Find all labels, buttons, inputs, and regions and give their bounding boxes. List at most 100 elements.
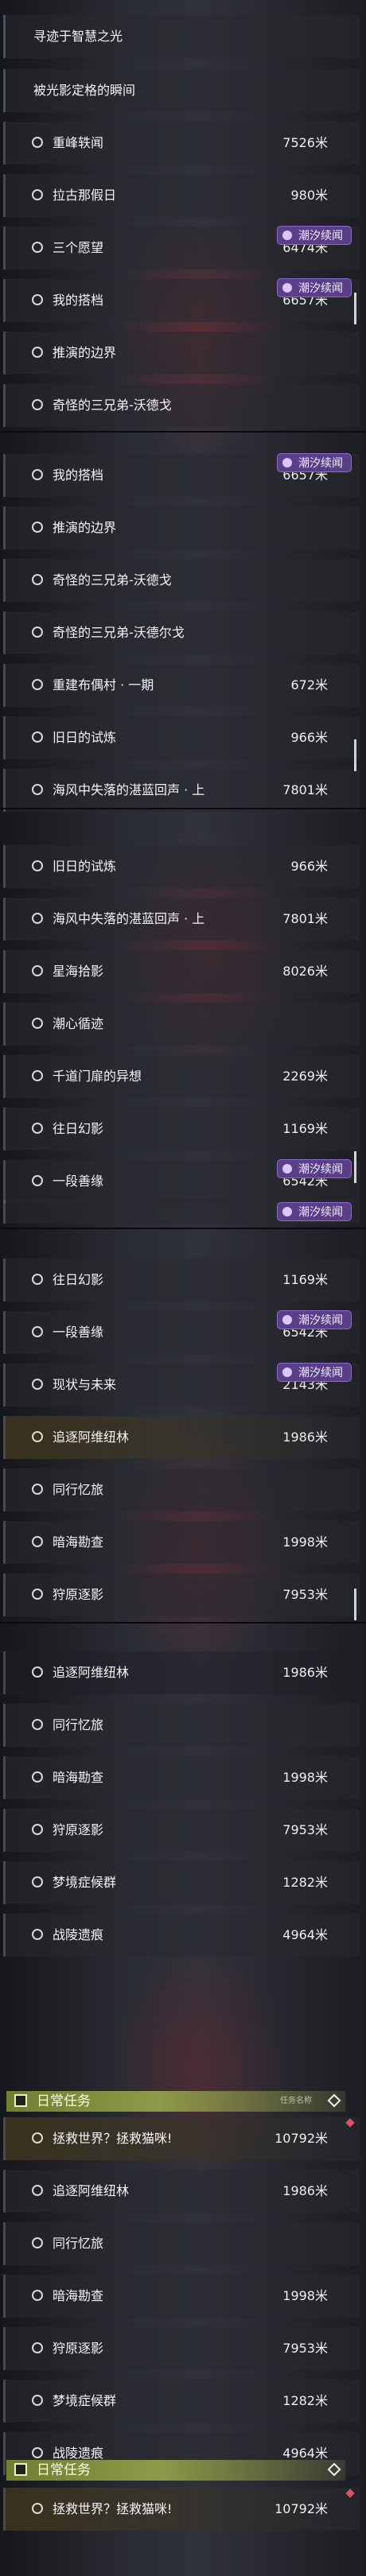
tide-icon — [282, 1164, 292, 1174]
quest-row[interactable]: 旧日的试炼 966米 — [0, 712, 366, 763]
quest-row[interactable]: 潮汐续闻 — [0, 1196, 366, 1228]
quest-row[interactable]: 星海拾影 8026米 — [0, 946, 366, 997]
quest-circle-icon — [32, 1824, 43, 1835]
quest-row[interactable]: 推演的边界 — [0, 502, 366, 553]
quest-row[interactable]: 现状与未来 2143米 潮汐续闻 — [0, 1360, 366, 1410]
quest-distance: 7953米 — [282, 2341, 328, 2356]
quest-title: 推演的边界 — [53, 520, 117, 535]
quest-row[interactable]: 重峰轶闻 7526米 — [0, 118, 366, 169]
diamond-icon — [327, 2093, 341, 2108]
quest-distance: 980米 — [290, 188, 328, 203]
quest-circle-icon — [32, 1771, 43, 1783]
quest-row[interactable]: 往日幻影 1169米 — [0, 1104, 366, 1154]
quest-title: 推演的边界 — [53, 345, 117, 360]
scrollbar-thumb[interactable] — [354, 293, 356, 324]
quest-row[interactable]: 我的搭档 6657米 潮汐续闻 — [0, 450, 366, 501]
quest-row[interactable]: 梦境症候群 1282米 — [0, 1857, 366, 1908]
quest-row[interactable]: 海风中失落的湛蓝回声 · 上 7801米 — [0, 894, 366, 945]
daily-tasks-header[interactable]: 日常任务 任务名称 — [6, 2091, 345, 2112]
quest-row[interactable]: 推演的边界 — [0, 328, 366, 378]
quest-title: 追逐阿维纽林 — [53, 1665, 130, 1680]
quest-circle-icon — [32, 1484, 43, 1495]
quest-distance: 1169米 — [282, 1121, 328, 1136]
quest-row[interactable]: 狩原逐影 7953米 — [0, 1569, 366, 1620]
quest-title: 我的搭档 — [53, 467, 104, 483]
quest-title: 往日幻影 — [53, 1121, 104, 1136]
daily-tasks-sub: 任务名称 — [280, 2097, 312, 2105]
quest-row[interactable]: 暗海勘查 1998米 — [0, 2271, 366, 2322]
quest-row[interactable]: 千道门扉的异想 2269米 — [0, 1051, 366, 1102]
divider — [0, 1228, 366, 1229]
quest-title: 海风中失落的湛蓝回声 · 上 — [53, 782, 205, 797]
quest-row[interactable]: 寻迹于智慧之光 — [0, 11, 366, 62]
quest-row[interactable]: 梦境症候群 1282米 — [0, 2376, 366, 2427]
quest-row[interactable]: 战陵遗痕 4964米 — [0, 1910, 366, 1961]
quest-row[interactable]: 往日幻影 1169米 — [0, 1255, 366, 1305]
quest-row[interactable]: 奇怪的三兄弟-沃德尔戈 — [0, 607, 366, 658]
quest-row[interactable]: 重建布偶村 · 一期 672米 — [0, 660, 366, 711]
quest-distance: 7801米 — [282, 782, 328, 797]
quest-title: 潮心循迹 — [53, 1016, 104, 1031]
quest-circle-icon — [32, 2185, 43, 2196]
badge-label: 潮汐续闻 — [298, 1367, 343, 1379]
quest-row[interactable]: 奇怪的三兄弟-沃德戈 — [0, 380, 366, 431]
quest-distance: 7801米 — [282, 911, 328, 926]
quest-title: 往日幻影 — [53, 1272, 104, 1287]
quest-circle-icon — [32, 1123, 43, 1134]
event-badge: 潮汐续闻 — [277, 453, 352, 472]
quest-circle-icon — [32, 2132, 43, 2143]
quest-circle-icon — [32, 2447, 43, 2458]
quest-distance: 672米 — [290, 677, 328, 692]
quest-title: 我的搭档 — [53, 293, 104, 308]
quest-row[interactable]: 追逐阿维纽林 1986米 — [0, 2166, 366, 2217]
quest-distance: 1998米 — [282, 1770, 328, 1785]
quest-row[interactable]: 同行忆旅 — [0, 1700, 366, 1751]
quest-row[interactable]: 旧日的试炼 966米 — [0, 841, 366, 892]
quest-circle-icon — [32, 294, 43, 305]
quest-row[interactable]: 奇怪的三兄弟-沃德戈 — [0, 555, 366, 606]
daily-tasks-header[interactable]: 日常任务 — [6, 2460, 345, 2481]
quest-distance: 7953米 — [282, 1822, 328, 1837]
quest-title: 狩原逐影 — [53, 1587, 104, 1602]
quest-circle-icon — [32, 1929, 43, 1940]
quest-row[interactable]: 狩原逐影 7953米 — [0, 1805, 366, 1856]
diamond-icon — [327, 2462, 341, 2477]
alert-diamond-icon — [345, 2489, 355, 2498]
quest-title: 追逐阿维纽林 — [53, 2183, 130, 2198]
quest-row[interactable]: 同行忆旅 — [0, 2218, 366, 2269]
event-badge: 潮汐续闻 — [277, 1310, 352, 1329]
quest-row[interactable]: 暗海勘查 1998米 — [0, 1517, 366, 1568]
quest-row[interactable]: 一段善缘 6542米 潮汐续闻 — [0, 1307, 366, 1358]
quest-row[interactable]: 狩原逐影 7953米 — [0, 2323, 366, 2374]
quest-title: 奇怪的三兄弟-沃德戈 — [53, 572, 172, 588]
quest-circle-icon — [32, 913, 43, 924]
quest-title: 同行忆旅 — [53, 2236, 104, 2251]
quest-circle-icon — [32, 1018, 43, 1029]
quest-row[interactable]: 拉古那假日 980米 — [0, 170, 366, 221]
quest-distance: 1986米 — [282, 1665, 328, 1680]
quest-distance: 1169米 — [282, 1272, 328, 1287]
quest-title: 三个愿望 — [53, 240, 104, 255]
quest-row[interactable]: 潮心循迹 — [0, 999, 366, 1049]
quest-row[interactable]: 追逐阿维纽林 1986米 — [0, 1647, 366, 1698]
quest-row[interactable]: 我的搭档 6657米 潮汐续闻 — [0, 275, 366, 326]
scrollbar-thumb[interactable] — [354, 1589, 356, 1620]
badge-label: 潮汐续闻 — [298, 1206, 343, 1219]
quest-row[interactable]: 被光影定格的瞬间 — [0, 65, 366, 116]
quest-circle-icon — [32, 1379, 43, 1390]
divider — [0, 808, 366, 809]
quest-title: 重建布偶村 · 一期 — [53, 677, 154, 692]
scrollbar-thumb[interactable] — [354, 739, 356, 771]
scrollbar-thumb[interactable] — [354, 1151, 356, 1183]
quest-row[interactable]: 暗海勘查 1998米 — [0, 1752, 366, 1803]
quest-row[interactable]: 拯救世界？拯救猫咪! 10792米 — [0, 2484, 366, 2535]
divider — [0, 1622, 366, 1624]
quest-row[interactable]: 拯救世界？拯救猫咪! 10792米 — [0, 2113, 366, 2164]
quest-row[interactable]: 追逐阿维纽林 1986米 — [0, 1412, 366, 1463]
quest-circle-icon — [32, 1719, 43, 1730]
quest-row[interactable]: 同行忆旅 — [0, 1465, 366, 1515]
quest-row[interactable]: 三个愿望 6474米 潮汐续闻 — [0, 223, 366, 274]
alert-diamond-icon — [345, 2118, 355, 2128]
quest-circle-icon — [32, 189, 43, 200]
quest-distance: 1986米 — [282, 1430, 328, 1445]
